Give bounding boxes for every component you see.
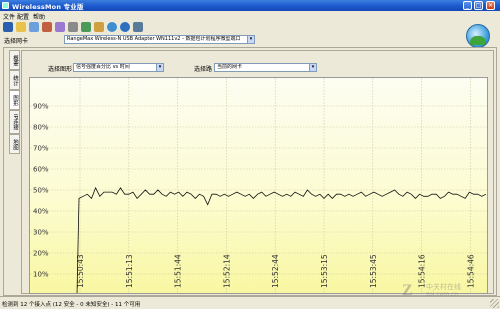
leaf-icon — [470, 36, 486, 45]
network-select[interactable]: 当前的网卡 ▾ — [214, 63, 317, 72]
y-tick-label: 10% — [33, 271, 49, 279]
network-select-value: 当前的网卡 — [217, 64, 243, 70]
watermark-logo: Z — [402, 282, 413, 299]
y-tick-label: 70% — [33, 145, 49, 153]
export-icon[interactable] — [55, 22, 65, 32]
settings-icon[interactable] — [42, 22, 52, 32]
globe-icon[interactable] — [107, 22, 117, 32]
close-button[interactable]: × — [486, 1, 495, 10]
network-icon[interactable] — [29, 22, 39, 32]
y-tick-label: 90% — [33, 103, 49, 111]
graph-select-label: 选择图形 — [48, 66, 73, 73]
info-icon[interactable] — [120, 22, 130, 32]
y-tick-label: 60% — [33, 166, 49, 174]
network-select-label: 选择路 — [194, 66, 213, 73]
toolbar — [0, 20, 500, 34]
options-icon[interactable] — [81, 22, 91, 32]
graph-select[interactable]: 信号强度百分比 vs 时间 ▾ — [73, 63, 164, 72]
chevron-down-icon[interactable]: ▾ — [309, 64, 316, 71]
menu-bar: 文件 配置 帮助 — [0, 11, 500, 21]
chevron-down-icon[interactable]: ▾ — [247, 36, 254, 43]
monitor-icon[interactable] — [133, 22, 143, 32]
maximize-button[interactable]: □ — [474, 1, 483, 10]
x-tick-label: 15:52:14 — [222, 254, 231, 288]
signal-chart-svg: 10%20%30%40%50%60%70%80%90%15:50:43 15:51… — [30, 78, 487, 293]
tab-graph[interactable]: 图形 — [9, 90, 20, 110]
y-tick-label: 40% — [33, 208, 49, 216]
status-text: 检测到 12 个接入点 (12 安全 - 0 未知安全) - 11 个可用 — [2, 302, 141, 308]
tab-map[interactable]: 地图 — [9, 134, 20, 154]
x-tick-label: 15:52:44 — [271, 254, 280, 288]
graph-select-value: 信号强度百分比 vs 时间 — [76, 64, 130, 70]
minimize-button[interactable]: _ — [463, 1, 472, 10]
x-tick-label: 15:51:44 — [174, 254, 183, 288]
print-icon[interactable] — [68, 22, 78, 32]
tab-statistics[interactable]: 统计 — [9, 70, 20, 90]
x-tick-label: 15:53:15 — [320, 254, 329, 288]
title-bar: WirelessMon 专业版 _ □ × — [0, 0, 500, 11]
app-icon — [2, 2, 9, 9]
tab-summary[interactable]: 概要 — [9, 50, 20, 70]
adapter-label: 选择网卡 — [4, 38, 29, 45]
y-tick-label: 30% — [33, 229, 49, 237]
x-tick-label: 15:51:13 — [125, 254, 134, 288]
help-icon[interactable] — [94, 22, 104, 32]
chevron-down-icon[interactable]: ▾ — [156, 64, 163, 71]
watermark-url: zol.com.cn — [426, 291, 459, 298]
y-tick-label: 20% — [33, 250, 49, 258]
signal-chart: 10% 20% 30% 40% 50% 60% 70% 80% 90% 15:50:43 15:51… — [29, 77, 488, 294]
adapter-select[interactable]: RangeMax Wireless-N USB Adapter WN111v2 … — [64, 35, 255, 44]
open-folder-icon[interactable] — [16, 22, 26, 32]
wireless-badge-icon — [466, 24, 490, 48]
y-tick-label: 80% — [33, 124, 49, 132]
adapter-row: 选择网卡 RangeMax Wireless-N USB Adapter WN1… — [0, 34, 500, 46]
tab-ip-connections[interactable]: IP连接 — [9, 110, 20, 134]
y-tick-label: 50% — [33, 187, 49, 195]
adapter-value: RangeMax Wireless-N USB Adapter WN111v2 … — [67, 36, 241, 42]
x-tick-label: 15:53:45 — [369, 254, 378, 288]
window-title: WirelessMon 专业版 — [12, 3, 84, 11]
save-icon[interactable] — [3, 22, 13, 32]
watermark: Z 中关村在线 zol.com.cn — [400, 280, 495, 302]
